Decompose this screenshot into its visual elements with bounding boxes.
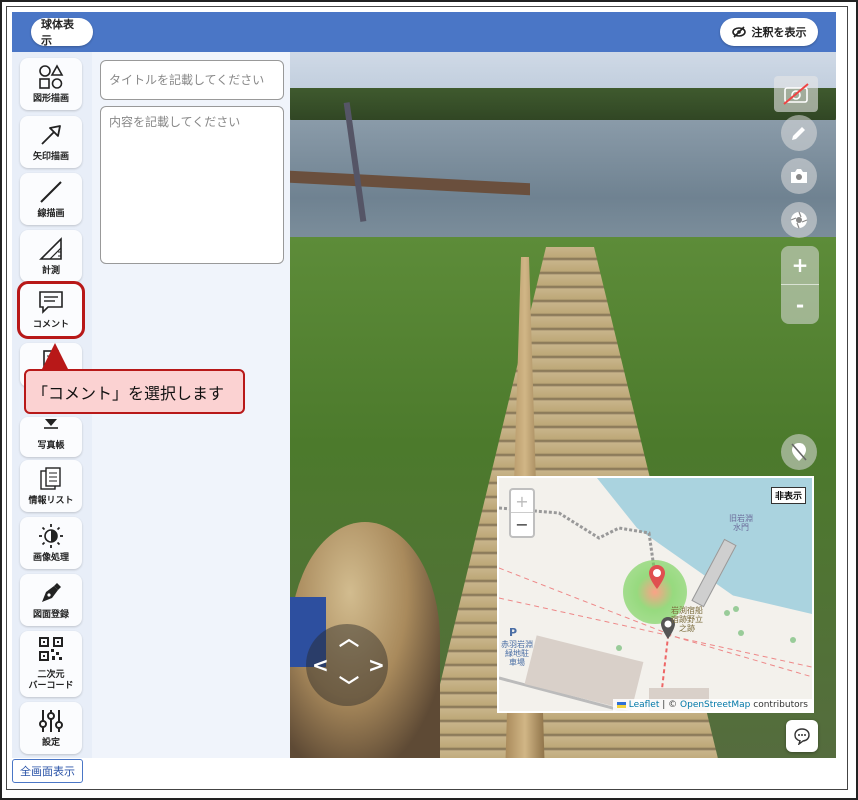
mini-map[interactable]: 旧岩淵 水門 岩渕宿船 宿跡野立 之跡 P 赤羽岩淵 緑地駐 車場 非表示 + … [497, 476, 814, 713]
aperture-icon [790, 211, 808, 229]
shapes-icon [39, 64, 64, 89]
map-zoom-out-button[interactable]: − [511, 513, 533, 536]
info-list-icon [40, 467, 61, 490]
ukraine-flag-icon [616, 701, 626, 708]
tool-label: 画像処理 [32, 553, 69, 563]
tool-qr-code[interactable]: 二次元 バーコード [20, 631, 82, 697]
location-off-button[interactable] [781, 434, 817, 470]
viewer-zoom-control: + - [781, 246, 819, 324]
tool-drawing-register[interactable]: 図面登録 [20, 574, 82, 626]
show-annotation-label: 注釈を表示 [751, 26, 807, 39]
tool-label: 計測 [41, 266, 60, 276]
callout-arrow [41, 343, 69, 371]
ruler-triangle-icon [39, 237, 62, 260]
attribution-separator: | © [659, 700, 681, 710]
pencil-icon [792, 127, 805, 140]
comment-icon [39, 291, 63, 314]
instruction-callout: 「コメント」を選択します [24, 369, 245, 414]
tool-label: 図面登録 [32, 610, 69, 620]
tool-measure[interactable]: 計測 [20, 230, 82, 282]
camera-off-button[interactable] [774, 76, 818, 112]
tool-photo-album-lower[interactable]: 写真帳 [20, 417, 82, 457]
tool-label: 情報リスト [28, 496, 74, 506]
sliders-icon [39, 710, 63, 732]
camera-off-icon [783, 83, 809, 105]
leaflet-link[interactable]: Leaflet [629, 700, 660, 710]
capture-button[interactable] [781, 158, 817, 194]
chat-button[interactable] [786, 720, 818, 752]
qr-code-icon [39, 637, 63, 661]
map-zoom-control: + − [509, 488, 535, 538]
map-label-site: 岩渕宿船 宿跡野立 之跡 [671, 606, 703, 633]
nav-down-icon[interactable]: ﹀ [339, 676, 359, 696]
nav-left-icon[interactable]: < [312, 655, 329, 675]
tool-shapes[interactable]: 図形描画 [20, 58, 82, 110]
brightness-icon [39, 524, 63, 548]
arrow-icon [41, 125, 61, 145]
map-zoom-in-button[interactable]: + [511, 490, 533, 513]
tool-image-processing[interactable]: 画像処理 [20, 517, 82, 569]
tool-arrow[interactable]: 矢印描画 [20, 116, 82, 168]
tool-info-list[interactable]: 情報リスト [20, 460, 82, 512]
tool-label: 二次元 バーコード [28, 670, 74, 691]
camera-icon [791, 169, 807, 183]
header-bar: 球体表示 注釈を表示 [12, 12, 836, 52]
panorama-treeline [290, 88, 836, 124]
eye-off-icon [731, 26, 746, 38]
attribution-suffix: contributors [750, 700, 808, 710]
tool-label: 矢印描画 [32, 152, 69, 162]
map-label-parking: P [509, 626, 518, 639]
tool-label: 設定 [41, 738, 60, 748]
camera-marker-icon [649, 565, 665, 589]
tool-comment[interactable]: コメント [17, 281, 85, 339]
fullscreen-button[interactable]: 全画面表示 [12, 759, 83, 783]
map-label-station: 赤羽岩淵 緑地駐 車場 [501, 640, 533, 667]
chat-bubble-icon [794, 728, 810, 745]
comment-body-input[interactable] [100, 106, 284, 264]
viewer-zoom-in-button[interactable]: + [781, 246, 819, 285]
download-icon [44, 419, 58, 429]
map-pin-off-icon [791, 443, 807, 461]
sphere-view-label: 球体表示 [41, 18, 74, 47]
line-icon [40, 181, 62, 203]
tool-label: 図形描画 [32, 94, 69, 104]
tool-label: 写真帳 [37, 441, 65, 451]
sphere-view-button[interactable]: 球体表示 [31, 18, 93, 47]
navigation-pad[interactable]: ︿ < > ﹀ [306, 624, 388, 706]
draw-pen-button[interactable] [781, 115, 817, 151]
viewer-zoom-out-button[interactable]: - [781, 285, 819, 324]
tool-label: コメント [32, 320, 69, 330]
aperture-button[interactable] [781, 202, 817, 238]
map-attribution: Leaflet | © OpenStreetMap contributors [612, 699, 812, 711]
tool-line[interactable]: 線描画 [20, 173, 82, 225]
pen-nib-icon [42, 583, 61, 602]
tool-label: 線描画 [37, 209, 65, 219]
map-hide-button[interactable]: 非表示 [770, 487, 806, 504]
osm-link[interactable]: OpenStreetMap [680, 700, 750, 710]
show-annotation-button[interactable]: 注釈を表示 [720, 18, 818, 46]
nav-up-icon[interactable]: ︿ [339, 628, 359, 648]
nav-right-icon[interactable]: > [368, 655, 385, 675]
map-label-gate: 旧岩淵 水門 [729, 514, 753, 532]
comment-title-input[interactable] [100, 60, 284, 100]
tool-settings[interactable]: 設定 [20, 702, 82, 754]
